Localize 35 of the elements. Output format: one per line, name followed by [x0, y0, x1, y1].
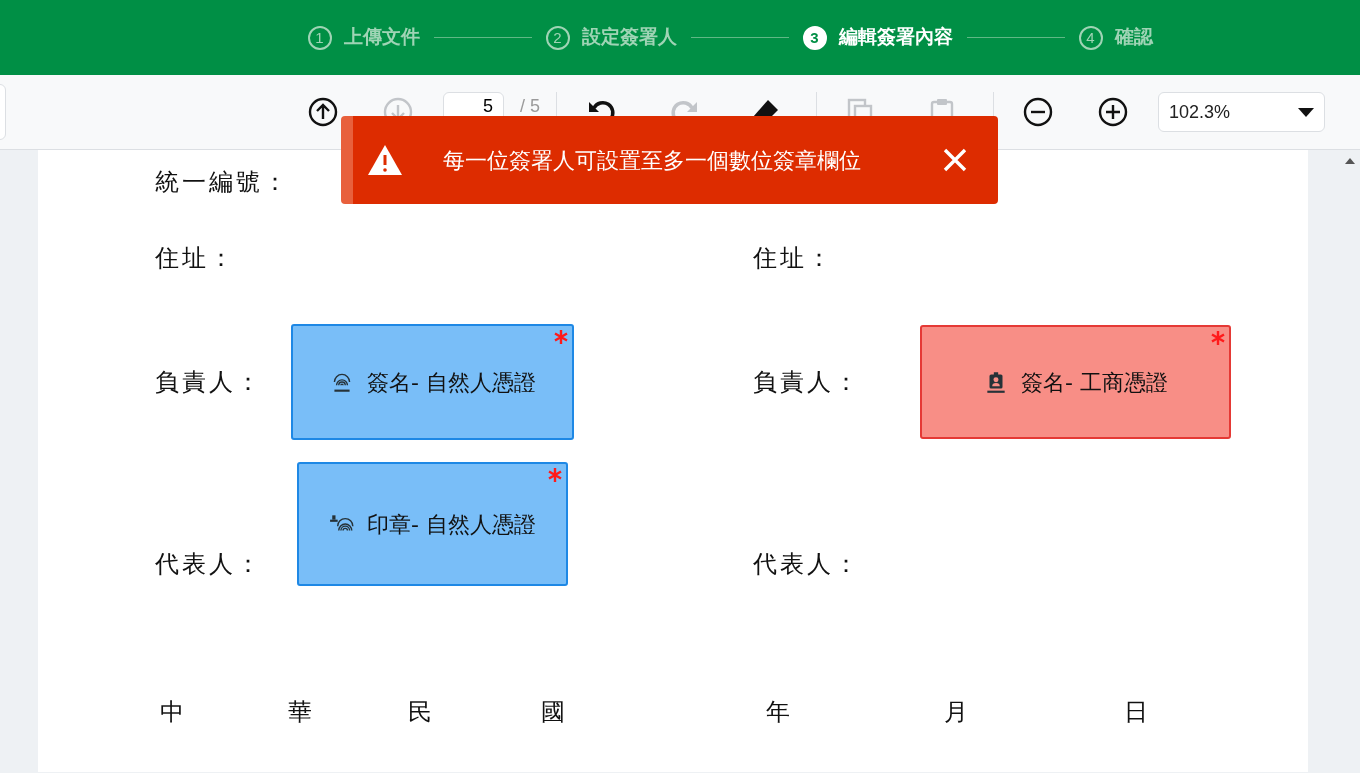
field-text: 簽名- 自然人憑證	[367, 368, 536, 397]
date-character: 國	[541, 698, 566, 727]
signature-field[interactable]: 簽名- 工商憑證	[920, 325, 1231, 439]
field-text: 簽名- 工商憑證	[1021, 368, 1168, 397]
step-number: 3	[802, 25, 827, 50]
step-label: 上傳文件	[343, 25, 420, 50]
page-total: / 5	[520, 96, 540, 116]
field-label: 負責人：	[753, 368, 862, 397]
date-character: 日	[1124, 698, 1149, 727]
scroll-up-icon[interactable]	[1345, 158, 1355, 164]
zoom-select[interactable]: 102.3%	[1158, 92, 1325, 132]
field-label: 住址：	[753, 244, 835, 273]
field-label: 統一編號：	[155, 168, 291, 197]
field-label: 負責人：	[155, 368, 264, 397]
date-character: 華	[288, 698, 313, 727]
toast-message: 每一位簽署人可設置至多一個數位簽章欄位	[443, 146, 861, 175]
step-label: 設定簽署人	[581, 25, 677, 50]
caret-icon	[1298, 107, 1314, 117]
warning-icon	[367, 144, 403, 176]
signature-field[interactable]: 簽名- 自然人憑證	[291, 324, 574, 440]
field-text: 印章- 自然人憑證	[367, 510, 536, 539]
field-label: 住址：	[155, 244, 237, 273]
date-character: 中	[160, 698, 185, 727]
step-number: 1	[307, 25, 332, 50]
close-button[interactable]	[942, 147, 968, 173]
step-label: 編輯簽署內容	[838, 25, 953, 50]
step-number: 4	[1078, 25, 1103, 50]
step-label: 確認	[1114, 25, 1153, 50]
date-character: 年	[766, 698, 791, 727]
signature-field[interactable]: 印章- 自然人憑證	[297, 462, 568, 586]
date-character: 民	[408, 698, 433, 727]
field-label: 代表人：	[155, 550, 264, 579]
step-number: 2	[545, 25, 570, 50]
date-character: 月	[944, 698, 969, 727]
field-label: 代表人：	[753, 550, 862, 579]
